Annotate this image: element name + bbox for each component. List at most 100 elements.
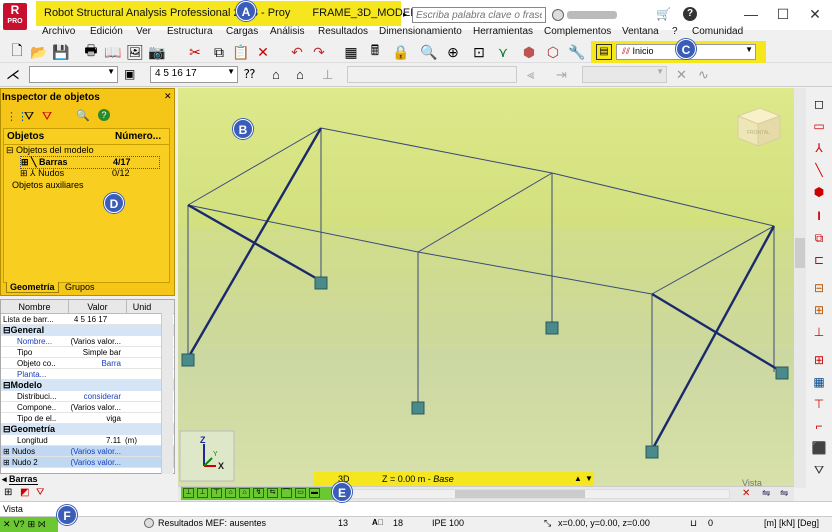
viewport-3d[interactable]: FRONTAL Z X Y <box>178 88 794 488</box>
release-icon[interactable]: ⊏ <box>810 252 828 268</box>
open-folder-icon[interactable]: 📂 <box>30 43 48 61</box>
number-column-header[interactable]: Número... <box>115 131 161 142</box>
cross-icon[interactable]: ✕ <box>676 67 687 83</box>
view-toggle-icon[interactable]: ⇋ <box>780 488 788 499</box>
scrollbar-thumb[interactable] <box>455 490 585 498</box>
ibeam-icon[interactable]: I <box>810 208 828 224</box>
snap-icon[interactable]: ✕ <box>3 519 11 530</box>
name-column-header[interactable]: Nombre <box>1 300 69 313</box>
calculations-icon[interactable]: ▦ <box>342 43 360 61</box>
filter-clear-icon[interactable]: ⛛ <box>42 109 52 124</box>
prop-value[interactable]: (Varios valor... <box>56 457 121 467</box>
display-option-icon[interactable]: ⊤ <box>211 488 222 498</box>
cut-icon[interactable]: ✂ <box>186 43 204 61</box>
user-account[interactable] <box>552 5 647 25</box>
panel-icon[interactable]: ⊥ <box>810 324 828 340</box>
menu-cargas[interactable]: Cargas <box>226 26 258 37</box>
zoom-window-icon[interactable]: ⊕ <box>444 43 462 61</box>
tree-aux-objects[interactable]: Objetos auxiliares <box>12 180 84 190</box>
support-node-icon[interactable]: ⅄ <box>810 140 828 156</box>
grid-icon[interactable]: ⊥ <box>322 67 333 83</box>
load-arrow-icon[interactable]: ⇥ <box>556 67 567 83</box>
cube-settings-icon[interactable]: ⬡ <box>544 43 562 61</box>
save-selection-icon[interactable]: ▣ <box>124 67 135 81</box>
display-option-icon[interactable]: ▬ <box>309 488 320 498</box>
display-option-icon[interactable]: ⊥ <box>183 488 194 498</box>
section-icon[interactable]: ⬢ <box>810 184 828 200</box>
copy-icon[interactable]: ⧉ <box>210 43 228 61</box>
display-option-icon[interactable]: ▭ <box>295 488 306 498</box>
menu-dimensionamiento[interactable]: Dimensionamiento <box>379 26 462 37</box>
menu-complementos[interactable]: Complementos <box>544 26 611 37</box>
screen-capture-icon[interactable]: 🖼 <box>126 43 144 61</box>
display-option-icon[interactable]: ⌂ <box>239 488 250 498</box>
prop-value[interactable]: considerar <box>56 391 121 401</box>
prop-value[interactable]: (Varios valor... <box>56 446 121 456</box>
inactive-combo[interactable] <box>347 66 517 83</box>
menu-estructura[interactable]: Estructura <box>167 26 213 37</box>
material-icon[interactable]: ⧉ <box>810 230 828 246</box>
vertical-icon[interactable]: V? <box>14 519 25 530</box>
prop-value[interactable]: Barra <box>56 358 121 368</box>
camera-icon[interactable]: 📷 <box>148 43 166 61</box>
tab-geometry[interactable]: Geometría <box>6 282 59 293</box>
display-icon[interactable]: ⌂ <box>272 67 280 82</box>
prop-value[interactable]: (Varios valor... <box>56 336 121 346</box>
section-general[interactable]: ⊟General <box>1 325 174 336</box>
bar-list-value[interactable]: 4 5 16 17 <box>56 314 121 324</box>
level-up-icon[interactable]: ▲ <box>574 474 582 483</box>
prop-value[interactable] <box>56 369 121 379</box>
display-settings-icon[interactable]: ⌂ <box>296 67 304 82</box>
menu-ventana[interactable]: Ventana <box>622 26 659 37</box>
filter-icon[interactable]: ⛛ <box>24 109 34 124</box>
filter-icon[interactable]: ⁇ <box>244 67 255 81</box>
table-icon[interactable]: ▦ <box>810 374 828 390</box>
select-icon[interactable]: ⊡ <box>470 43 488 61</box>
properties-scrollbar[interactable] <box>161 313 173 474</box>
tree-nodes[interactable]: ⊞ ⅄ Nudos 0/12 <box>20 168 160 179</box>
prop-value[interactable]: (Varios valor... <box>56 402 121 412</box>
view-cube[interactable]: FRONTAL <box>736 107 782 147</box>
unit-column-header[interactable]: Unid <box>127 300 157 313</box>
close-button[interactable]: ✕ <box>800 4 830 24</box>
section-model[interactable]: ⊟Modelo <box>1 380 174 391</box>
view-level-bar[interactable]: 3D Z = 0.00 m - Base ▲ ▼ <box>314 472 594 486</box>
filter-red-icon[interactable]: ⛛ <box>36 487 44 498</box>
display-option-icon[interactable]: ⌒ <box>281 488 292 498</box>
frame-icon[interactable]: ⨝ <box>38 519 45 530</box>
snap-icon[interactable]: ⛛ <box>810 462 828 478</box>
print-icon[interactable]: 🖶 <box>82 42 100 61</box>
node-icon[interactable]: ◻ <box>810 96 828 112</box>
prop-name[interactable]: ⊞ Nudos <box>1 446 56 456</box>
value-column-header[interactable]: Valor <box>69 300 127 313</box>
tree-model-objects[interactable]: ⊟ Objetos del modelo <box>6 145 94 156</box>
dropdown-arrow-icon[interactable]: ▸ <box>403 10 407 19</box>
solid-icon[interactable]: ⬛ <box>810 440 828 456</box>
delete-icon[interactable]: ✕ <box>254 43 272 61</box>
help-icon[interactable]: ? <box>98 109 110 121</box>
wrench-icon[interactable]: 🔧 <box>568 43 586 61</box>
display-option-icon[interactable]: ⊥ <box>197 488 208 498</box>
selection-mode-icon[interactable]: ⋌ <box>6 66 20 83</box>
section-geometry[interactable]: ⊟Geometría <box>1 424 174 435</box>
structure-type-icon[interactable]: ⋎ <box>494 43 512 61</box>
objects-column-header[interactable]: Objetos <box>7 131 115 142</box>
bar-icon[interactable]: ╲ <box>810 162 828 178</box>
cube-icon[interactable]: ⬢ <box>520 43 538 61</box>
table-icon[interactable]: ⊞ <box>4 487 12 498</box>
grid-snap-icon[interactable]: ⊞ <box>28 519 36 530</box>
dimension-icon[interactable]: ▭ <box>810 118 828 134</box>
command-text[interactable]: Vista <box>3 504 23 514</box>
level-down-icon[interactable]: ▼ <box>585 474 593 483</box>
tab-groups[interactable]: Grupos <box>62 282 98 292</box>
cart-icon[interactable]: 🛒 <box>656 7 671 21</box>
menu-help[interactable]: ? <box>672 26 678 37</box>
selection-input[interactable]: 4 5 16 17 ▼ <box>150 66 238 83</box>
redo-icon[interactable]: ↷ <box>310 43 328 61</box>
command-line[interactable] <box>0 501 832 516</box>
minimize-button[interactable]: — <box>736 4 766 24</box>
prop-value[interactable]: 7.11 <box>56 435 121 445</box>
vertical-scrollbar[interactable] <box>794 88 806 488</box>
scrollbar-thumb[interactable] <box>795 238 805 268</box>
calculator-icon[interactable]: 🖩 <box>366 42 384 61</box>
